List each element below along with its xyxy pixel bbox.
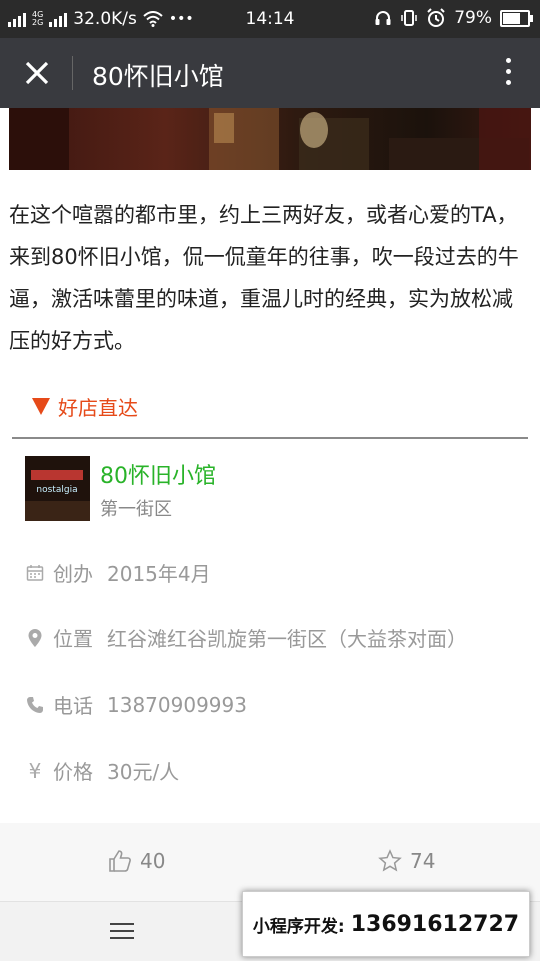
price-value: 30元/人	[107, 760, 180, 784]
star-icon	[378, 849, 402, 872]
status-right: 79%	[374, 8, 533, 28]
shop-name[interactable]: 80怀旧小馆	[100, 458, 216, 490]
thumbs-up-icon	[109, 850, 131, 872]
phone-vibrate-icon	[401, 10, 417, 26]
location-pin-icon	[25, 628, 45, 648]
info-row-price: ¥ 价格 30元/人	[25, 756, 180, 785]
header-photo	[9, 108, 531, 170]
ad-overlay[interactable]: 小程序开发: 13691612727	[242, 891, 530, 957]
phone-value: 13870909993	[107, 692, 247, 717]
star-count: 74	[410, 849, 436, 873]
location-value: 红谷滩红谷凯旋第一街区（大益茶对面）	[107, 627, 467, 651]
section-title: 好店直达	[58, 396, 138, 420]
favorite-button[interactable]: 74	[378, 849, 435, 873]
restaurant-photo-illustration	[9, 108, 531, 170]
ad-phone: 13691612727	[350, 911, 520, 937]
title-divider	[72, 56, 73, 90]
alarm-icon	[427, 8, 445, 27]
shop-thumb-neon: nostalgia	[36, 485, 77, 495]
headset-icon	[375, 11, 391, 25]
section-divider	[12, 437, 528, 439]
calendar-icon	[25, 563, 45, 583]
page-title: 80怀旧小馆	[92, 62, 224, 91]
founded-label: 创办	[53, 562, 93, 586]
shop-thumbnail[interactable]: nostalgia	[25, 456, 90, 521]
phone-label: 电话	[53, 694, 93, 718]
like-button[interactable]: 40	[108, 849, 165, 873]
section-heading: 好店直达	[32, 392, 138, 421]
article-paragraph: 在这个喧嚣的都市里，约上三两好友，或者心爱的TA，来到80怀旧小馆，侃一侃童年的…	[9, 203, 519, 353]
triangle-down-icon	[32, 398, 50, 415]
ad-label: 小程序开发:	[252, 916, 345, 937]
close-icon[interactable]	[22, 58, 52, 88]
info-row-founded: 创办 2015年4月	[25, 558, 211, 587]
shop-thumbnail-image: nostalgia	[25, 456, 90, 521]
title-bar: 80怀旧小馆	[0, 38, 540, 108]
location-label: 位置	[53, 627, 93, 651]
battery-percent: 79%	[454, 8, 492, 28]
like-count: 40	[140, 849, 166, 873]
price-label: 价格	[53, 760, 93, 784]
action-bar: 40 74	[0, 823, 540, 901]
battery-fill	[503, 12, 520, 24]
yen-icon: ¥	[28, 758, 42, 783]
shop-district: 第一街区	[100, 499, 172, 520]
info-row-phone[interactable]: 电话 13870909993	[25, 690, 247, 719]
status-bar: 4G 2G 32.0K/s ••• 14:14 79%	[0, 0, 540, 38]
info-row-location[interactable]: 位置 红谷滩红谷凯旋第一街区（大益茶对面）	[25, 623, 467, 652]
more-options-icon[interactable]	[504, 58, 512, 90]
battery-icon	[500, 9, 533, 27]
phone-icon	[25, 695, 45, 715]
founded-value: 2015年4月	[107, 562, 211, 586]
menu-icon[interactable]	[110, 923, 134, 939]
